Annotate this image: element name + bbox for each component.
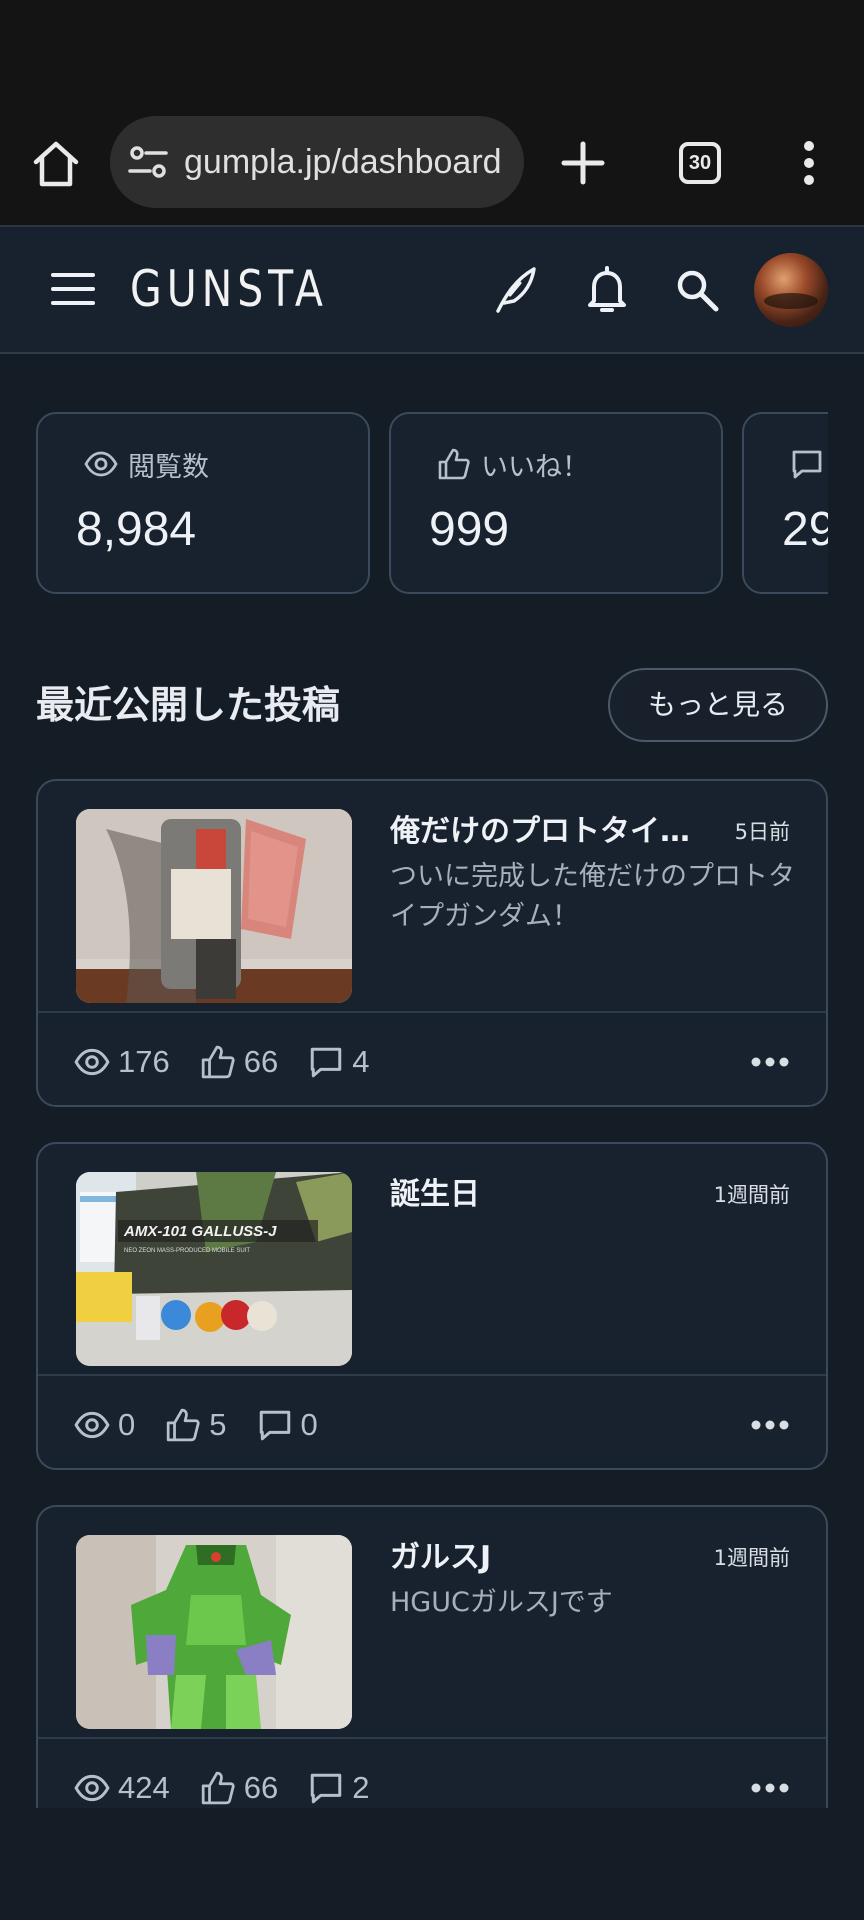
hamburger-menu-icon[interactable] — [50, 269, 96, 309]
likes-count: 5 — [209, 1407, 227, 1442]
stat-value: 8,984 — [76, 503, 197, 556]
post-title[interactable]: ガルスJ — [390, 1537, 690, 1579]
more-options-icon[interactable] — [750, 1773, 790, 1803]
system-navigation-area — [0, 1808, 864, 1920]
comments-metric[interactable]: 0 — [257, 1407, 318, 1443]
post-time: 1週間前 — [713, 1546, 790, 1570]
post-time: 5日前 — [734, 820, 790, 844]
eye-icon — [74, 1411, 110, 1439]
post-metrics: 176 66 4 — [74, 1037, 399, 1087]
thumbs-up-icon[interactable] — [200, 1044, 236, 1080]
post-time: 1週間前 — [713, 1183, 790, 1207]
quill-pen-icon[interactable] — [490, 265, 540, 315]
user-avatar[interactable] — [754, 253, 828, 327]
divider — [38, 1011, 826, 1013]
browser-menu-icon[interactable] — [796, 138, 822, 188]
stat-label: 閲覧数 — [128, 451, 209, 483]
post-description: ついに完成した俺だけのプロトタイプガンダム！ — [390, 861, 795, 932]
divider — [38, 1737, 826, 1739]
thumbs-up-icon[interactable] — [165, 1407, 201, 1443]
post-thumbnail[interactable] — [76, 809, 352, 1003]
tab-switcher-button[interactable]: 30 — [679, 142, 721, 184]
comment-icon — [792, 450, 822, 479]
views-metric: 0 — [74, 1407, 135, 1443]
stat-label-row — [790, 444, 828, 484]
divider — [38, 1374, 826, 1376]
url-text[interactable]: gumpla.jp/dashboard — [184, 138, 514, 186]
post-title[interactable]: 誕生日 — [390, 1174, 690, 1216]
comment-icon[interactable] — [257, 1407, 293, 1443]
post-card[interactable]: 俺だけのプロトタイプガンダム！ 5日前 ついに完成した俺だけのプロトタイプガンダ… — [36, 779, 828, 1107]
address-bar[interactable]: gumpla.jp/dashboard — [110, 116, 524, 208]
thumbs-up-icon[interactable] — [200, 1770, 236, 1806]
comments-metric[interactable]: 4 — [308, 1044, 369, 1080]
comments-metric[interactable]: 2 — [308, 1770, 369, 1806]
likes-count: 66 — [243, 1770, 279, 1805]
views-count: 0 — [118, 1407, 136, 1442]
search-icon[interactable] — [674, 267, 720, 313]
comments-count: 0 — [300, 1407, 318, 1442]
post-thumbnail[interactable]: AMX-101 GALLUSS-J NEO ZEON MASS-PRODUCED… — [76, 1172, 352, 1366]
stat-value: 29 — [782, 503, 828, 556]
comment-icon[interactable] — [308, 1770, 344, 1806]
section-title: 最近公開した投稿 — [36, 683, 341, 727]
likes-metric[interactable]: 66 — [200, 1770, 278, 1806]
home-icon[interactable] — [30, 138, 82, 190]
box-subtitle-text: NEO ZEON MASS-PRODUCED MOBILE SUIT — [124, 1248, 250, 1254]
likes-count: 66 — [243, 1044, 279, 1079]
post-description: HGUCガルスJです — [390, 1587, 613, 1618]
comment-icon[interactable] — [308, 1044, 344, 1080]
site-settings-icon[interactable] — [128, 144, 168, 180]
thumbs-up-icon — [438, 448, 470, 480]
views-count: 424 — [118, 1770, 170, 1805]
browser-toolbar: gumpla.jp/dashboard 30 — [0, 110, 864, 226]
status-bar — [0, 0, 864, 110]
site-logo[interactable]: GUNSTA — [130, 257, 328, 321]
stat-label-row: 閲覧数 — [84, 444, 209, 484]
post-card[interactable]: ガルスJ 1週間前 HGUCガルスJです 424 66 2 — [36, 1505, 828, 1808]
comments-count: 2 — [352, 1770, 370, 1805]
eye-icon — [74, 1048, 110, 1076]
likes-metric[interactable]: 66 — [200, 1044, 278, 1080]
box-title-text: AMX-101 GALLUSS-J — [123, 1223, 277, 1240]
views-metric: 424 — [74, 1770, 170, 1806]
eye-icon — [84, 451, 118, 477]
stat-label: いいね！ — [481, 451, 589, 483]
more-options-icon[interactable] — [750, 1047, 790, 1077]
stat-card-likes: いいね！ 999 — [389, 412, 723, 594]
post-card[interactable]: AMX-101 GALLUSS-J NEO ZEON MASS-PRODUCED… — [36, 1142, 828, 1470]
new-tab-icon[interactable] — [560, 140, 606, 186]
post-metrics: 0 5 0 — [74, 1400, 348, 1450]
stats-row[interactable]: 閲覧数 8,984 いいね！ 999 29 — [0, 410, 828, 596]
post-thumbnail[interactable] — [76, 1535, 352, 1729]
stat-value: 999 — [429, 503, 510, 556]
stat-card-comments: 29 — [742, 412, 828, 594]
eye-icon — [74, 1774, 110, 1802]
see-more-button[interactable]: もっと見る — [608, 668, 828, 742]
post-metrics: 424 66 2 — [74, 1763, 399, 1808]
more-options-icon[interactable] — [750, 1410, 790, 1440]
views-count: 176 — [118, 1044, 170, 1079]
bell-icon[interactable] — [584, 265, 630, 315]
likes-metric[interactable]: 5 — [165, 1407, 227, 1443]
stat-card-views: 閲覧数 8,984 — [36, 412, 370, 594]
comments-count: 4 — [352, 1044, 370, 1079]
stat-label-row: いいね！ — [437, 444, 589, 484]
app-header: GUNSTA — [0, 227, 864, 354]
views-metric: 176 — [74, 1044, 170, 1080]
post-title[interactable]: 俺だけのプロトタイプガンダム！ — [390, 811, 690, 853]
